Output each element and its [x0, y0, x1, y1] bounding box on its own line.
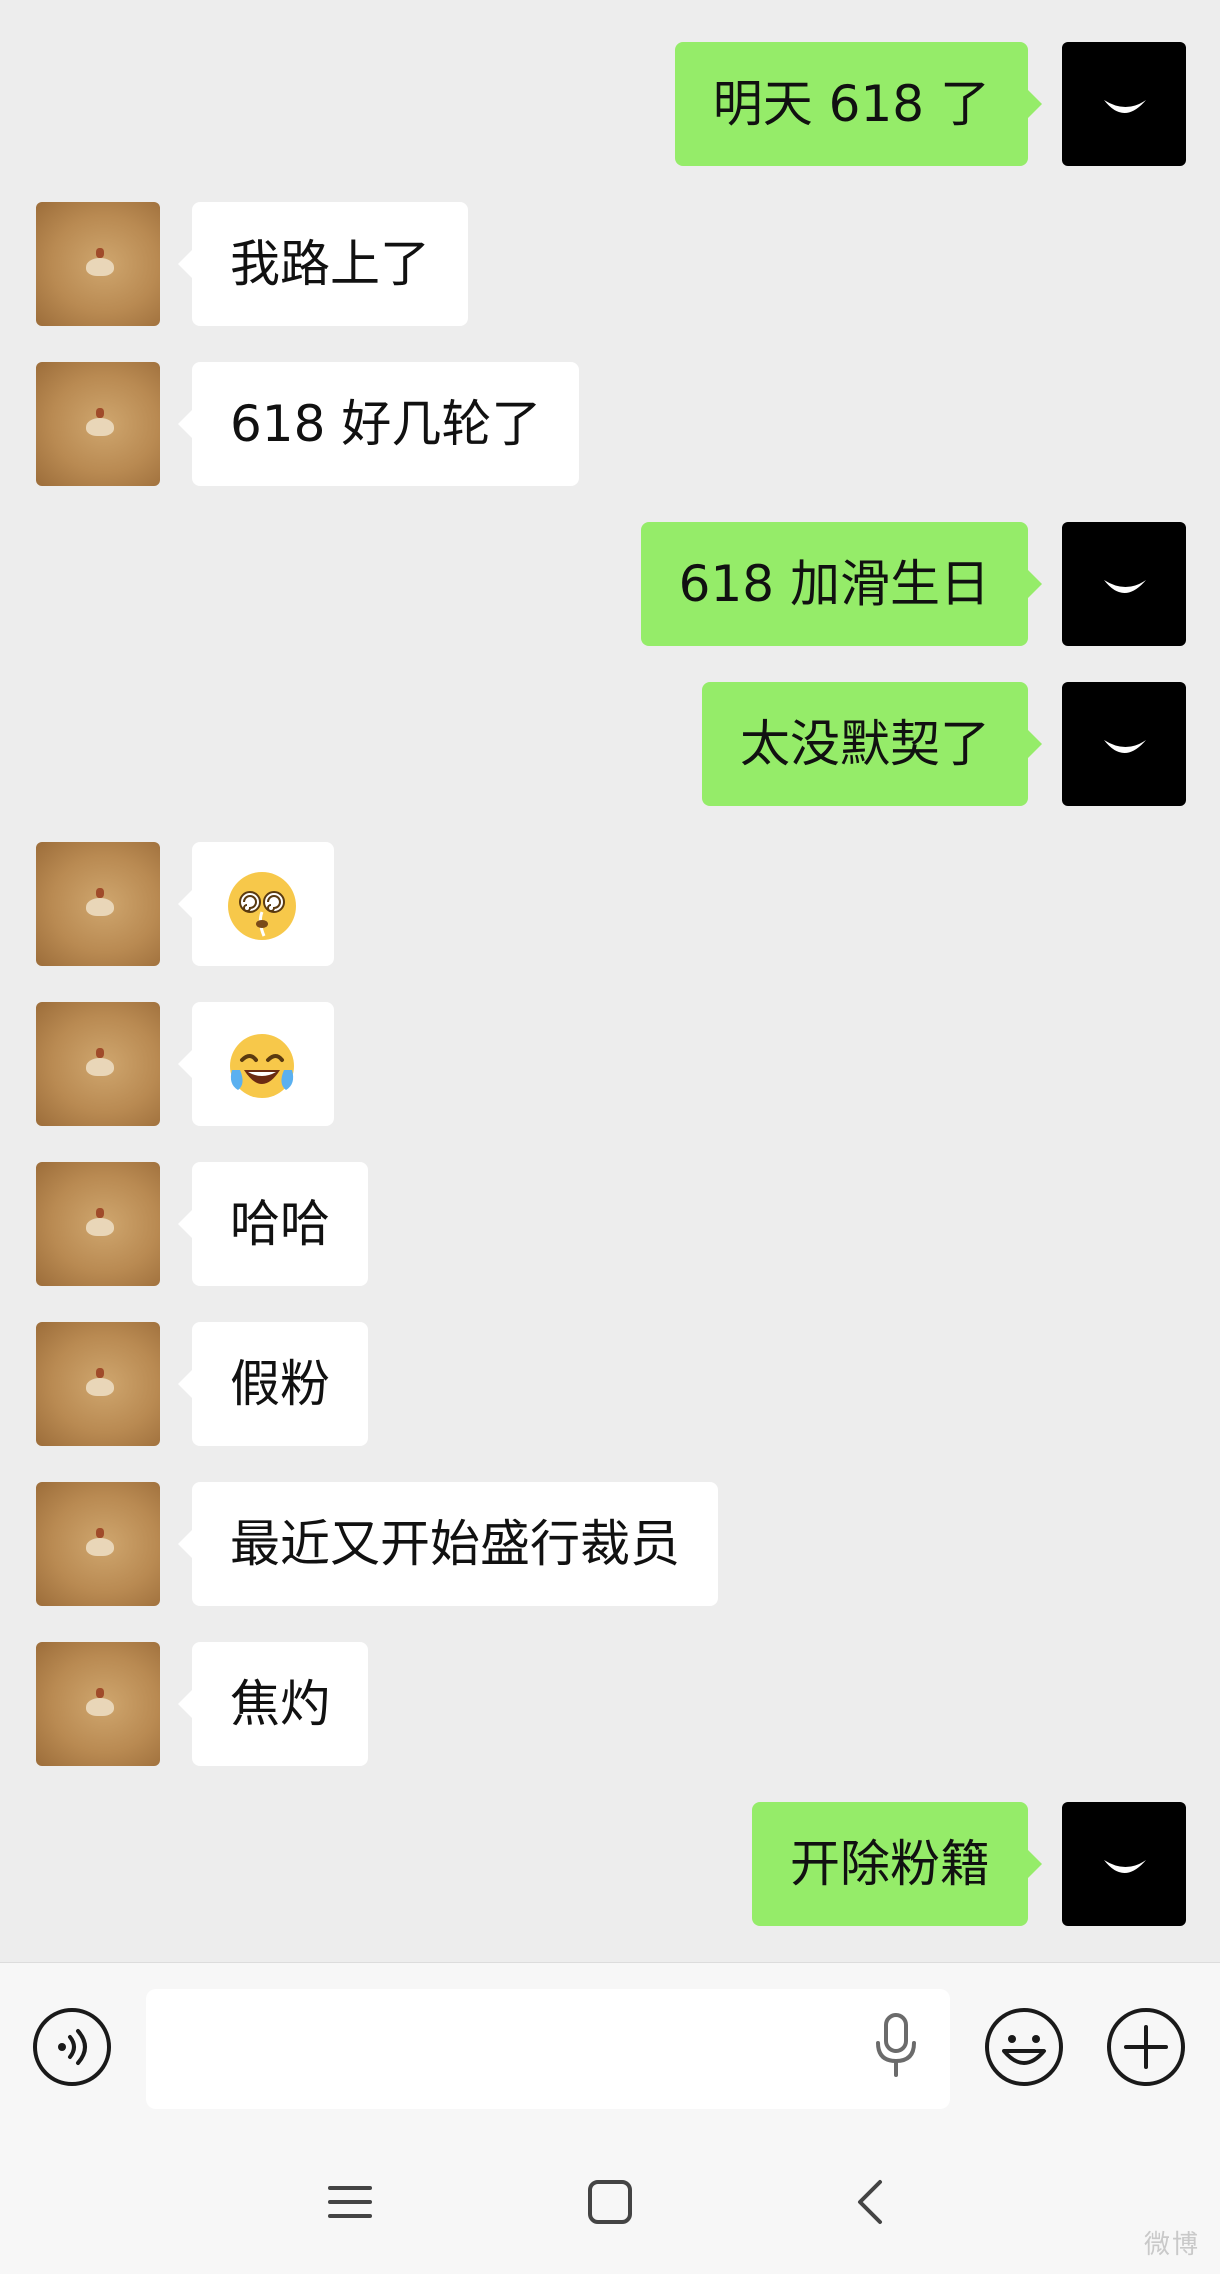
message-bubble-contact[interactable]	[178, 842, 334, 966]
emoji-icon	[985, 2008, 1063, 2086]
plus-icon	[1107, 2008, 1185, 2086]
message-bubble-self[interactable]: 开除粉籍	[752, 1802, 1042, 1926]
voice-toggle-button[interactable]	[32, 2007, 112, 2087]
moon-avatar-image	[1104, 740, 1146, 753]
tears-of-joy-emoji-icon	[230, 1034, 294, 1098]
message-bubble-contact[interactable]: 我路上了	[178, 202, 468, 326]
more-options-button[interactable]	[1106, 2007, 1186, 2087]
message-bubble-contact[interactable]: 最近又开始盛行裁员	[178, 1482, 718, 1606]
self-avatar[interactable]	[1062, 42, 1186, 166]
message-row: 太没默契了	[0, 682, 1220, 806]
message-row: 明天 618 了	[0, 42, 1220, 166]
watermark: 微博	[1143, 2230, 1200, 2260]
message-bubble-self[interactable]: 明天 618 了	[674, 42, 1043, 166]
contact-avatar[interactable]	[36, 202, 160, 326]
contact-avatar[interactable]	[36, 842, 160, 966]
message-row: 618 好几轮了	[0, 362, 1220, 486]
contact-avatar[interactable]	[36, 1322, 160, 1446]
back-icon	[858, 2180, 882, 2224]
message-row: 假粉	[0, 1322, 1220, 1446]
message-bubble-self[interactable]: 太没默契了	[702, 682, 1042, 806]
message-row: 焦灼	[0, 1642, 1220, 1766]
recent-apps-button[interactable]	[300, 2166, 400, 2236]
contact-avatar[interactable]	[36, 1002, 160, 1126]
self-avatar[interactable]	[1062, 682, 1186, 806]
contact-avatar[interactable]	[36, 362, 160, 486]
home-button[interactable]	[560, 2166, 660, 2236]
moon-avatar-image	[1104, 1860, 1146, 1873]
message-row: 我路上了	[0, 202, 1220, 326]
back-button[interactable]	[820, 2166, 920, 2236]
voice-toggle-icon	[33, 2008, 111, 2086]
message-row	[0, 842, 1220, 966]
emoji-button[interactable]	[984, 2007, 1064, 2087]
menu-icon	[328, 2186, 372, 2218]
input-bar	[0, 1962, 1220, 2130]
message-bubble-contact[interactable]: 假粉	[178, 1322, 368, 1446]
spiral-eyes-emoji-icon	[228, 872, 296, 940]
message-bubble-self[interactable]: 618 加滑生日	[640, 522, 1043, 646]
moon-avatar-image	[1104, 580, 1146, 593]
message-input[interactable]	[146, 1989, 950, 2109]
contact-avatar[interactable]	[36, 1162, 160, 1286]
message-bubble-contact[interactable]	[178, 1002, 334, 1126]
home-icon	[588, 2180, 632, 2224]
chat-area: 明天 618 了 我路上了 618 好几轮了 618 加滑生日 太没默契了 哈哈…	[0, 0, 1220, 1962]
message-bubble-contact[interactable]: 哈哈	[178, 1162, 368, 1286]
contact-avatar[interactable]	[36, 1642, 160, 1766]
microphone-icon	[876, 2013, 916, 2077]
message-row: 最近又开始盛行裁员	[0, 1482, 1220, 1606]
message-row: 开除粉籍	[0, 1802, 1220, 1926]
message-row	[0, 1002, 1220, 1126]
message-row: 618 加滑生日	[0, 522, 1220, 646]
self-avatar[interactable]	[1062, 522, 1186, 646]
system-nav-bar: 微博	[0, 2130, 1220, 2274]
contact-avatar[interactable]	[36, 1482, 160, 1606]
message-row: 哈哈	[0, 1162, 1220, 1286]
self-avatar[interactable]	[1062, 1802, 1186, 1926]
microphone-button[interactable]	[872, 2011, 920, 2087]
moon-avatar-image	[1104, 100, 1146, 113]
message-bubble-contact[interactable]: 618 好几轮了	[177, 362, 580, 486]
message-bubble-contact[interactable]: 焦灼	[178, 1642, 368, 1766]
